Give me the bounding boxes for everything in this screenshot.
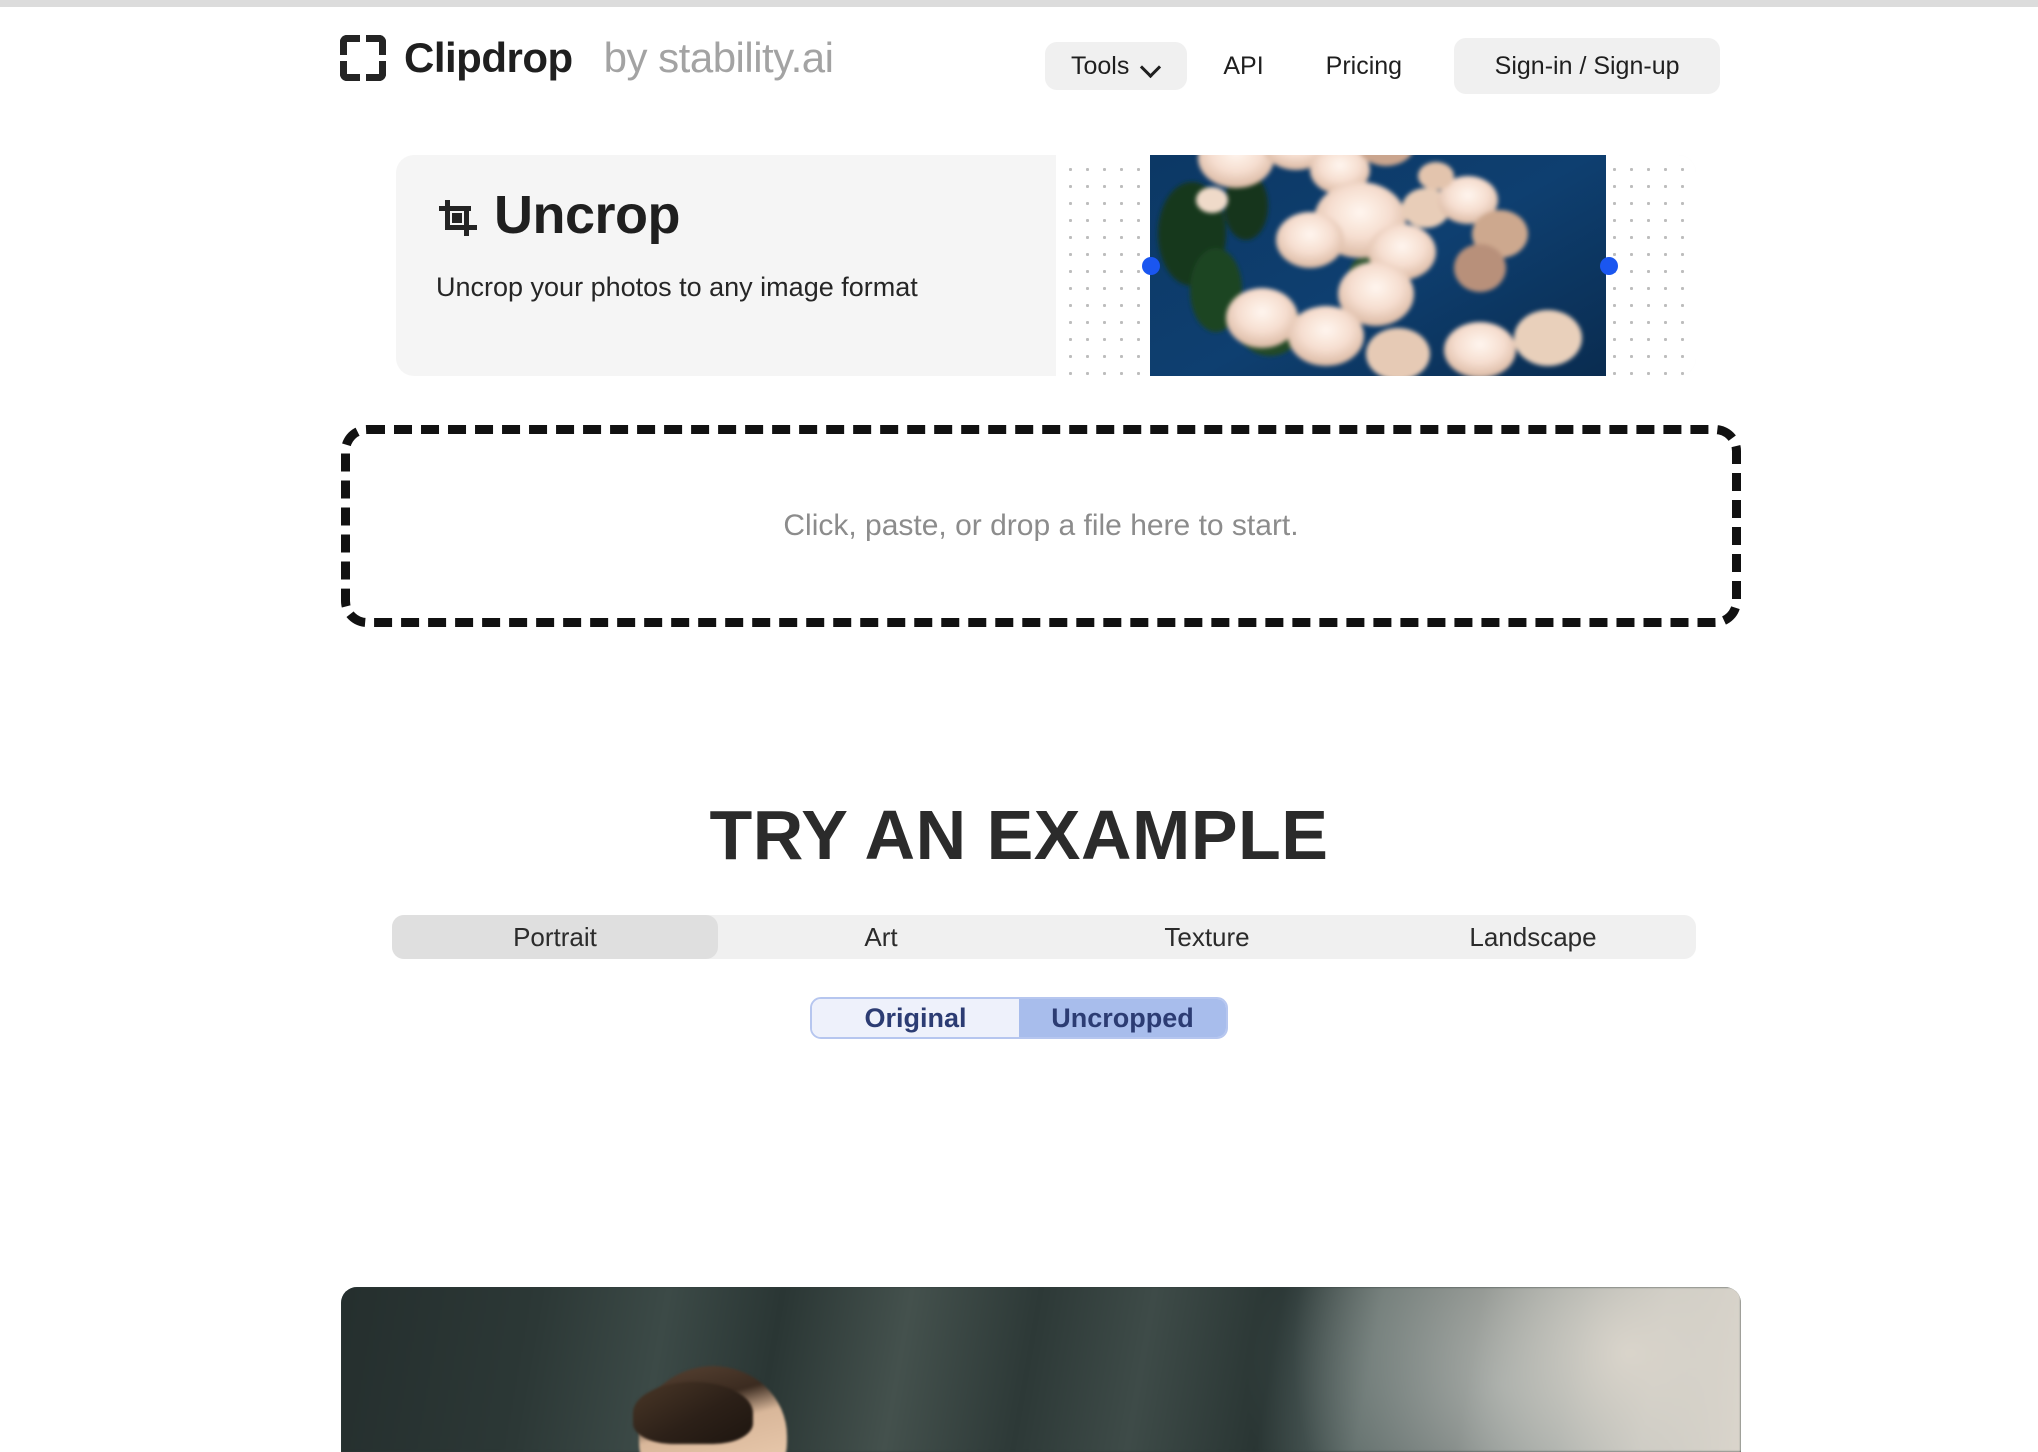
signin-signup-button[interactable]: Sign-in / Sign-up	[1454, 38, 1721, 94]
example-preview-image	[341, 1287, 1741, 1452]
nav-pricing-link[interactable]: Pricing	[1300, 42, 1428, 91]
dropzone-label: Click, paste, or drop a file here to sta…	[783, 509, 1299, 542]
bracket-frame-logo-icon	[340, 35, 386, 81]
page-root: Clipdrop by stability.ai Tools API Prici…	[0, 0, 2038, 1452]
resize-handle-right-icon[interactable]	[1600, 256, 1618, 275]
browser-top-edge	[0, 0, 2038, 7]
site-header: Clipdrop by stability.ai Tools API Prici…	[0, 7, 2038, 125]
brand-byline: by stability.ai	[603, 34, 834, 81]
nav-tools-label: Tools	[1071, 51, 1130, 80]
hero-title-row: Uncrop	[436, 185, 1056, 245]
main-nav: Tools API Pricing Sign-in / Sign-up	[1045, 35, 1721, 97]
crop-icon	[436, 195, 477, 236]
tab-portrait[interactable]: Portrait	[392, 915, 718, 959]
tool-hero-card: Uncrop Uncrop your photos to any image f…	[396, 155, 1696, 376]
example-category-tabs: Portrait Art Texture Landscape	[392, 915, 1696, 959]
page-title: Uncrop	[494, 185, 681, 245]
nav-tools-button[interactable]: Tools	[1045, 42, 1188, 90]
chevron-down-icon	[1141, 60, 1161, 72]
tab-art[interactable]: Art	[718, 915, 1044, 959]
file-dropzone[interactable]: Click, paste, or drop a file here to sta…	[341, 425, 1741, 627]
resize-handle-left-icon[interactable]	[1142, 256, 1160, 275]
hero-photo	[1150, 155, 1606, 376]
original-uncropped-toggle: Original Uncropped	[810, 997, 1228, 1039]
preview-subject-hair	[633, 1382, 753, 1444]
brand-logo[interactable]: Clipdrop by stability.ai	[340, 34, 834, 82]
hero-photo-art	[1150, 155, 1606, 376]
tab-landscape[interactable]: Landscape	[1370, 915, 1696, 959]
hero-text-block: Uncrop Uncrop your photos to any image f…	[396, 155, 1056, 376]
hero-subtitle: Uncrop your photos to any image format	[436, 272, 918, 302]
try-an-example-heading: TRY AN EXAMPLE	[709, 796, 1329, 874]
preview-background	[341, 1287, 1741, 1452]
nav-api-link[interactable]: API	[1197, 42, 1289, 91]
hero-canvas-grid	[1056, 155, 1696, 376]
brand-name: Clipdrop	[404, 34, 573, 81]
toggle-original[interactable]: Original	[812, 999, 1019, 1037]
tab-texture[interactable]: Texture	[1044, 915, 1370, 959]
toggle-uncropped[interactable]: Uncropped	[1019, 999, 1226, 1037]
